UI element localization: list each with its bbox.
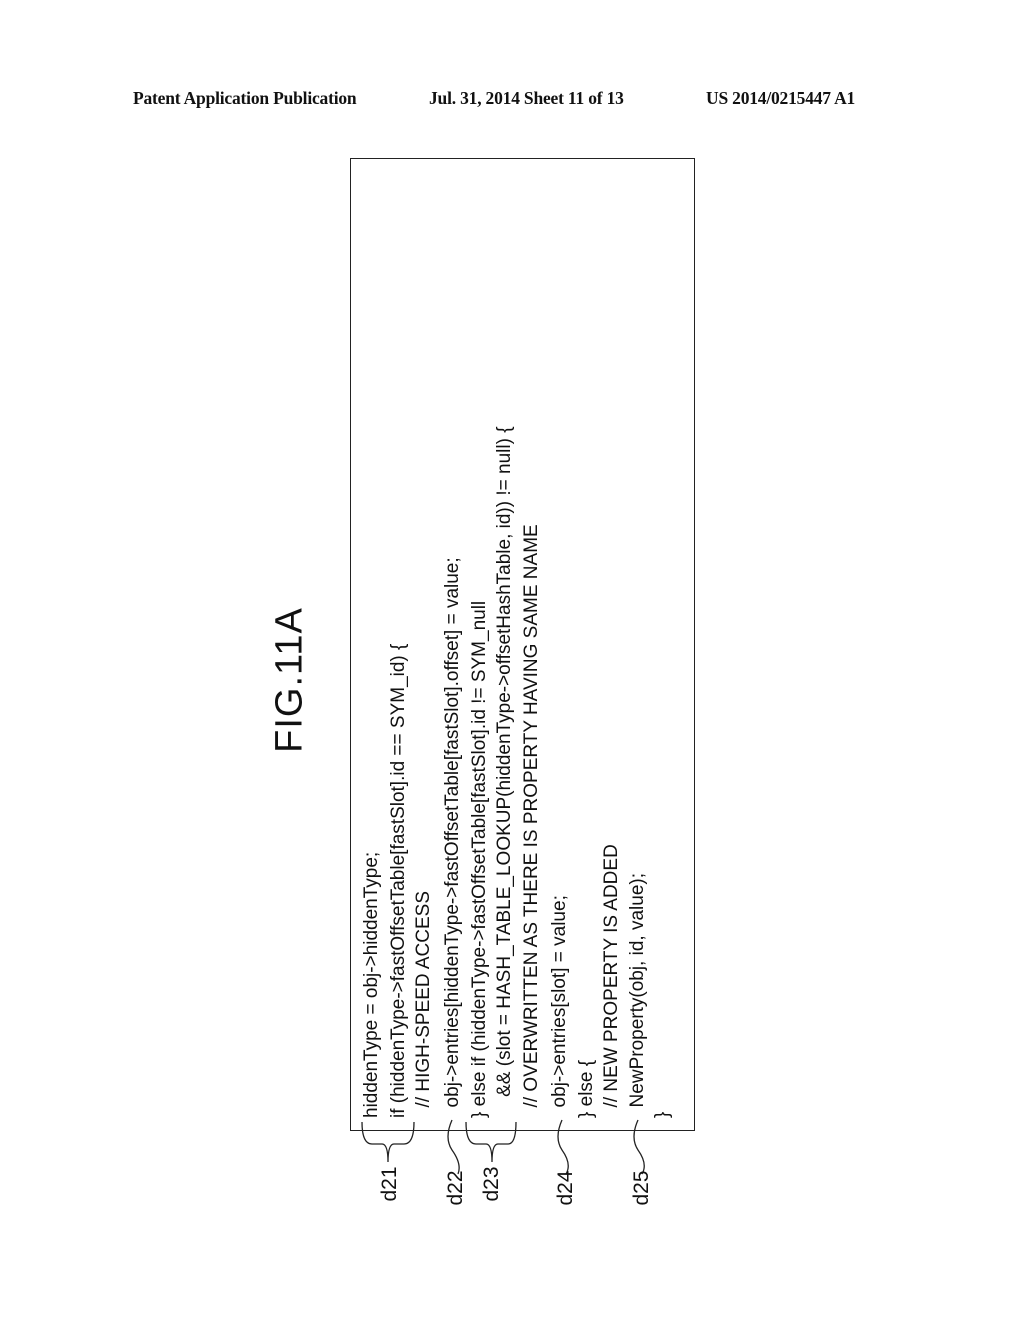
code-line: if (hiddenType->fastOffsetTable[fastSlot… <box>388 643 409 1118</box>
reference-label-d21: d21 <box>378 1166 401 1202</box>
publication-type: Patent Application Publication <box>133 88 357 108</box>
code-line: NewProperty(obj, id, value); <box>627 873 648 1118</box>
reference-label-d25: d25 <box>630 1170 653 1206</box>
code-line: } else { <box>576 1059 597 1118</box>
code-line: } else if (hiddenType->fastOffsetTable[f… <box>469 600 490 1118</box>
code-line: && (slot = HASH_TABLE_LOOKUP(hiddenType-… <box>494 426 515 1118</box>
reference-label-d24: d24 <box>554 1170 577 1206</box>
code-line: // HIGH-SPEED ACCESS <box>413 891 434 1118</box>
code-line: } <box>652 1111 673 1118</box>
reference-label-d22: d22 <box>444 1170 467 1206</box>
publication-date-sheet: Jul. 31, 2014 Sheet 11 of 13 <box>429 88 624 108</box>
code-line: hiddenType = obj->hiddenType; <box>361 851 382 1118</box>
code-line: // OVERWRITTEN AS THERE IS PROPERTY HAVI… <box>521 524 542 1118</box>
publication-number: US 2014/0215447 A1 <box>706 88 856 108</box>
reference-label-d23: d23 <box>480 1166 503 1202</box>
code-line: obj->entries[hiddenType->fastOffsetTable… <box>442 557 463 1118</box>
code-line: obj->entries[slot] = value; <box>549 895 570 1118</box>
figure-title: FIG.11A <box>268 607 311 753</box>
code-line: // NEW PROPERTY IS ADDED <box>601 844 622 1118</box>
